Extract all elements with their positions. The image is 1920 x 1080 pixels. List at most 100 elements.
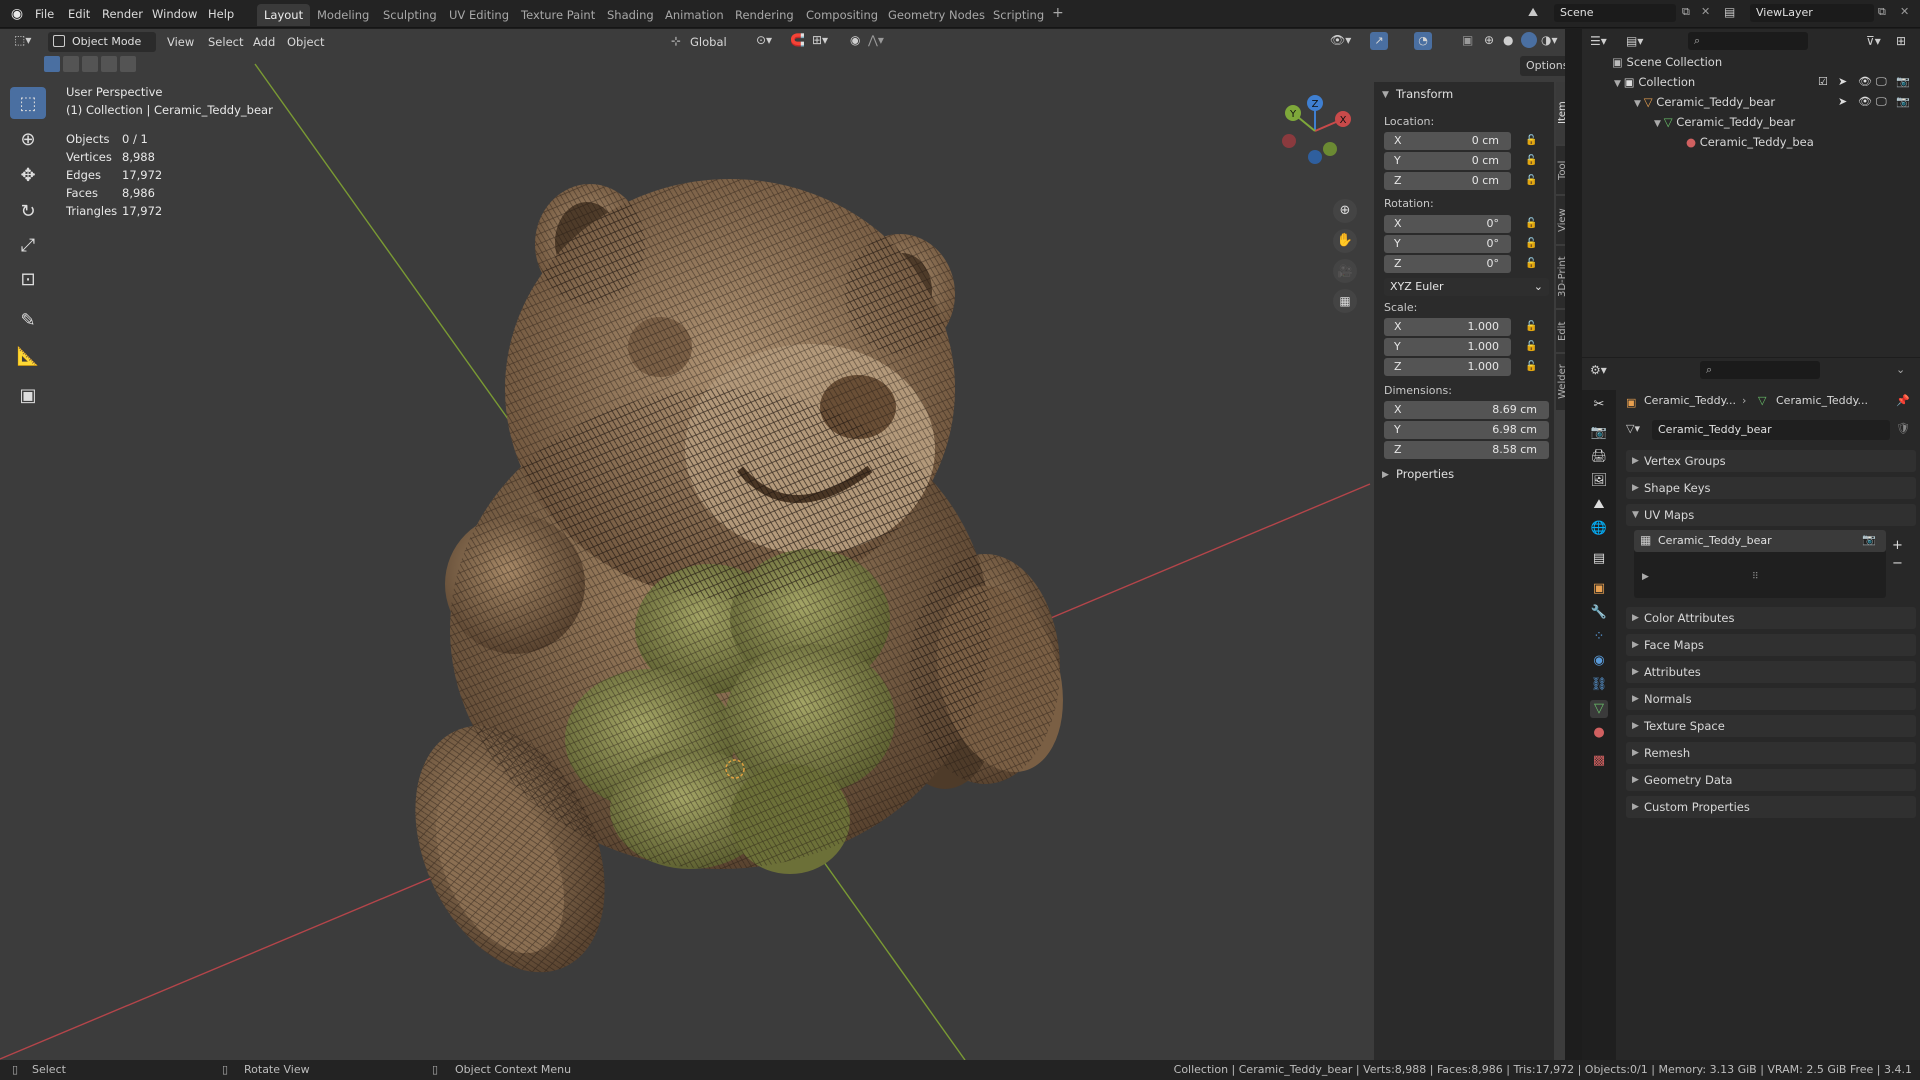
teddy-bear-model[interactable] xyxy=(378,179,1083,1003)
panel-face-maps[interactable]: ▶ Face Maps xyxy=(1626,634,1916,656)
snap-target-icon[interactable]: ⊞▾ xyxy=(812,33,828,47)
rotation-mode-dropdown[interactable]: XYZ Euler ⌄ xyxy=(1384,278,1549,296)
expand-list-icon[interactable]: ▶ xyxy=(1642,572,1649,582)
mesh-browse-icon[interactable]: ▽▾ xyxy=(1626,422,1640,435)
move-tool-icon[interactable]: ✥ xyxy=(10,159,46,191)
menu-file[interactable]: File xyxy=(35,5,54,23)
chevron-down-icon[interactable]: ⌄ xyxy=(1896,363,1905,376)
delete-view-layer-icon[interactable]: ✕ xyxy=(1900,5,1909,18)
select-box-tool-icon[interactable]: ⬚ xyxy=(10,87,46,119)
lock-icon[interactable]: 🔓 xyxy=(1525,218,1537,229)
tab-3d-print[interactable]: 3D-Print xyxy=(1556,246,1565,308)
outliner-collection[interactable]: ▼ ▣ Collection xyxy=(1614,72,1695,92)
view-layer-field[interactable]: ViewLayer xyxy=(1750,4,1874,22)
navigation-gizmo[interactable]: Z X Y xyxy=(1275,91,1355,171)
tab-animation[interactable]: Animation xyxy=(658,4,731,26)
outliner-material[interactable]: ● Ceramic_Teddy_bea xyxy=(1686,132,1814,152)
material-tab-icon[interactable]: ● xyxy=(1590,724,1608,742)
tab-geometry-nodes[interactable]: Geometry Nodes xyxy=(881,4,992,26)
pan-hand-icon[interactable]: ✋ xyxy=(1333,229,1357,253)
texture-tab-icon[interactable]: ▩ xyxy=(1590,752,1608,770)
object-tab-icon[interactable]: ▣ xyxy=(1590,580,1608,598)
tab-sculpting[interactable]: Sculpting xyxy=(376,4,444,26)
outliner-object[interactable]: ▼ ▽ Ceramic_Teddy_bear xyxy=(1634,92,1775,112)
properties-panel-header[interactable]: Properties xyxy=(1396,467,1454,481)
falloff-icon[interactable]: ⋀▾ xyxy=(868,33,884,47)
overlay-toggle-icon[interactable]: ◔ xyxy=(1414,32,1432,50)
dimensions-x-field[interactable]: X 8.69 cm xyxy=(1384,401,1549,419)
breadcrumb-mesh[interactable]: Ceramic_Teddy... xyxy=(1776,394,1868,407)
blender-logo-icon[interactable]: ◉ xyxy=(8,5,26,23)
fake-user-shield-icon[interactable]: 🛡 xyxy=(1896,422,1910,435)
xray-icon[interactable]: ▣ xyxy=(1462,33,1473,47)
delete-scene-icon[interactable]: ✕ xyxy=(1701,5,1710,18)
tab-welder[interactable]: Welder xyxy=(1556,354,1565,410)
output-tab-icon[interactable]: 🖨 xyxy=(1590,448,1608,466)
lock-icon[interactable]: 🔓 xyxy=(1525,135,1537,146)
menu-render[interactable]: Render xyxy=(102,5,143,23)
camera-icon[interactable]: 📷 xyxy=(1862,533,1876,546)
dimensions-z-field[interactable]: Z 8.58 cm xyxy=(1384,441,1549,459)
eye-icon[interactable]: 👁 xyxy=(1858,75,1872,88)
outliner-mesh-data[interactable]: ▼ ▽ Ceramic_Teddy_bear xyxy=(1654,112,1795,132)
scale-x-field[interactable]: X 1.000 xyxy=(1384,318,1511,336)
remove-uv-map-icon[interactable]: − xyxy=(1892,556,1903,571)
material-shading-icon[interactable] xyxy=(1521,32,1537,48)
chevron-right-icon[interactable]: ▶ xyxy=(1382,470,1389,480)
dimensions-y-field[interactable]: Y 6.98 cm xyxy=(1384,421,1549,439)
eye-icon[interactable]: 👁 xyxy=(1858,95,1872,108)
camera-view-icon[interactable]: 🎥 xyxy=(1333,259,1357,283)
lock-icon[interactable]: 🔓 xyxy=(1525,341,1537,352)
camera-icon[interactable]: 📷 xyxy=(1896,95,1910,108)
render-tab-icon[interactable]: 📷 xyxy=(1590,424,1608,442)
ortho-grid-icon[interactable]: ▦ xyxy=(1333,289,1357,313)
mesh-datablock-field[interactable]: Ceramic_Teddy_bear xyxy=(1652,420,1890,440)
select-invert-icon[interactable] xyxy=(101,56,117,72)
tab-view[interactable]: View xyxy=(1556,196,1565,244)
scene-tab-icon[interactable]: ⛰ xyxy=(1590,496,1608,514)
pivot-icon[interactable]: ⊙▾ xyxy=(756,33,772,47)
annotate-tool-icon[interactable]: ✎ xyxy=(10,304,46,336)
panel-uv-maps[interactable]: ▼ UV Maps xyxy=(1626,504,1916,526)
menu-select[interactable]: Select xyxy=(208,32,243,52)
panel-normals[interactable]: ▶ Normals xyxy=(1626,688,1916,710)
transform-panel-header[interactable]: Transform xyxy=(1396,87,1453,101)
collection-tab-icon[interactable]: ▤ xyxy=(1590,550,1608,568)
3d-viewport[interactable]: ⬚▾ Object Mode View Select Add Object ⊹ … xyxy=(0,29,1565,1060)
tab-edit[interactable]: Edit xyxy=(1556,310,1565,352)
breadcrumb-object[interactable]: Ceramic_Teddy... xyxy=(1644,394,1736,407)
rendered-shading-icon[interactable]: ◑▾ xyxy=(1541,33,1558,47)
panel-remesh[interactable]: ▶ Remesh xyxy=(1626,742,1916,764)
tab-layout[interactable]: Layout xyxy=(257,4,311,26)
select-subtract-icon[interactable] xyxy=(82,56,98,72)
constraints-tab-icon[interactable]: ⛓ xyxy=(1590,676,1608,694)
visibility-icon[interactable]: 👁▾ xyxy=(1330,33,1351,47)
scene-icon[interactable]: ⛰ xyxy=(1528,5,1546,23)
tab-rendering[interactable]: Rendering xyxy=(728,4,801,26)
location-y-field[interactable]: Y 0 cm xyxy=(1384,152,1511,170)
view-layer-tab-icon[interactable]: 🖼 xyxy=(1590,472,1608,490)
transform-tool-icon[interactable]: ⊡ xyxy=(10,263,46,295)
menu-help[interactable]: Help xyxy=(208,5,234,23)
physics-tab-icon[interactable]: ◉ xyxy=(1590,652,1608,670)
chevron-down-icon[interactable]: ▼ xyxy=(1382,90,1389,100)
tool-tab-icon[interactable]: ✂ xyxy=(1590,396,1608,414)
tab-uv-editing[interactable]: UV Editing xyxy=(442,4,516,26)
options-dropdown[interactable]: Options xyxy=(1520,56,1565,76)
add-workspace-icon[interactable]: + xyxy=(1052,5,1064,21)
rotation-y-field[interactable]: Y 0° xyxy=(1384,235,1511,253)
camera-icon[interactable]: 📷 xyxy=(1896,75,1910,88)
location-x-field[interactable]: X 0 cm xyxy=(1384,132,1511,150)
tab-scripting[interactable]: Scripting xyxy=(986,4,1051,26)
lock-icon[interactable]: 🔓 xyxy=(1525,258,1537,269)
select-arrow-icon[interactable]: ➤ xyxy=(1838,95,1847,108)
panel-shape-keys[interactable]: ▶ Shape Keys xyxy=(1626,477,1916,499)
select-new-icon[interactable] xyxy=(44,56,60,72)
lock-icon[interactable]: 🔓 xyxy=(1525,361,1537,372)
panel-custom-properties[interactable]: ▶ Custom Properties xyxy=(1626,796,1916,818)
properties-editor-icon[interactable]: ⚙▾ xyxy=(1590,363,1607,377)
checkbox-icon[interactable]: ☑ xyxy=(1818,75,1828,88)
select-arrow-icon[interactable]: ➤ xyxy=(1838,75,1847,88)
lock-icon[interactable]: 🔓 xyxy=(1525,238,1537,249)
viewport-scene[interactable] xyxy=(0,29,1565,1060)
